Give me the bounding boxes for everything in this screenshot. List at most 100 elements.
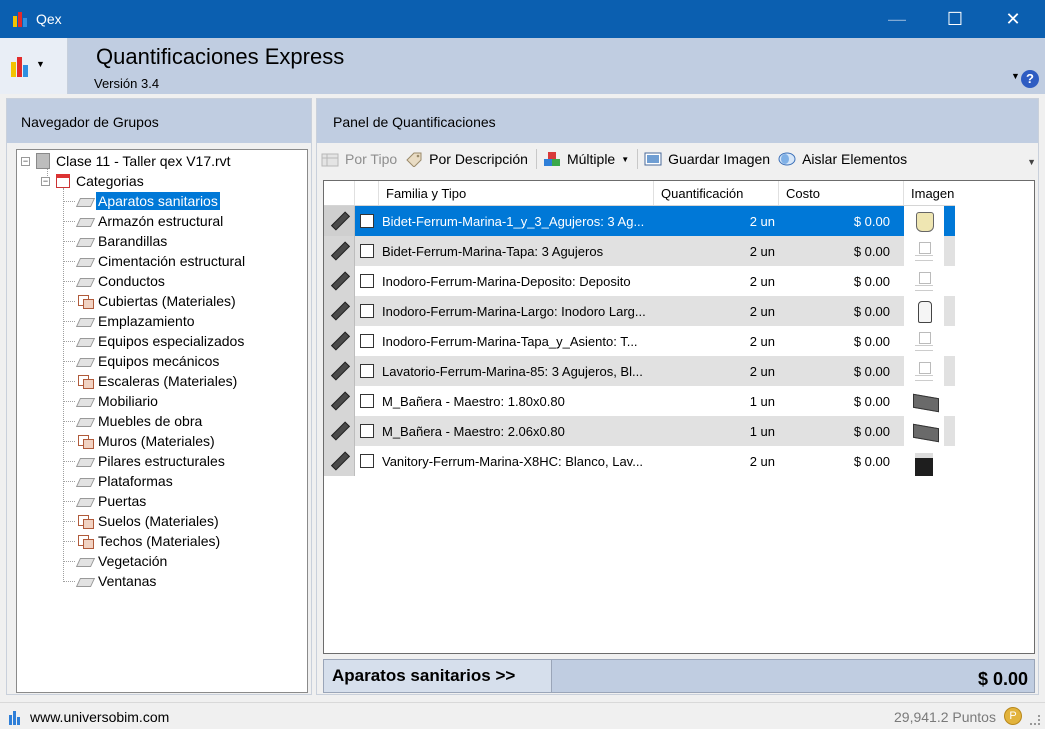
guardar-imagen-button[interactable]: Guardar Imagen: [644, 151, 770, 167]
tree-item-label: Techos (Materiales): [98, 533, 221, 549]
chevron-down-icon[interactable]: ▼: [1011, 71, 1020, 81]
edit-cell[interactable]: [324, 236, 355, 266]
tree-item-category[interactable]: Suelos (Materiales): [63, 512, 221, 530]
quantity-cell: 1 un: [749, 393, 775, 409]
tree-item-label: Equipos especializados: [98, 333, 245, 349]
edit-cell[interactable]: [324, 206, 355, 236]
close-button[interactable]: ✕: [990, 0, 1036, 38]
tree-item-category[interactable]: Barandillas: [63, 232, 169, 250]
select-cell: [355, 244, 379, 258]
tree-item-category[interactable]: Muebles de obra: [63, 412, 204, 430]
tree-connector: [63, 561, 75, 562]
tree-item-category[interactable]: Pilares estructurales: [63, 452, 227, 470]
thumbnail-faded: [912, 359, 936, 383]
table-row[interactable]: M_Bañera - Maestro: 1.80x0.80 1 un $ 0.00: [324, 386, 955, 416]
quantification-panel-title: Panel de Quantificaciones: [317, 99, 1038, 143]
edit-cell[interactable]: [324, 266, 355, 296]
tree-item-label: Armazón estructural: [98, 213, 224, 229]
collapse-icon[interactable]: −: [21, 156, 30, 166]
pencil-icon: [329, 421, 349, 441]
edit-cell[interactable]: [324, 416, 355, 446]
edit-cell[interactable]: [324, 446, 355, 476]
toolbar: Por Tipo Por Descripción Múltiple ▼ Guar…: [317, 143, 1038, 175]
table-row[interactable]: Inodoro-Ferrum-Marina-Largo: Inodoro Lar…: [324, 296, 955, 326]
table-row[interactable]: Lavatorio-Ferrum-Marina-85: 3 Agujeros, …: [324, 356, 955, 386]
row-checkbox[interactable]: [360, 334, 374, 348]
aislar-elementos-button[interactable]: Aislar Elementos: [778, 151, 907, 167]
row-checkbox[interactable]: [360, 364, 374, 378]
select-cell: [355, 424, 379, 438]
por-tipo-button[interactable]: Por Tipo: [321, 151, 397, 167]
pencil-icon: [329, 391, 349, 411]
category-icon: [77, 315, 93, 327]
tree-item-category[interactable]: Equipos mecánicos: [63, 352, 221, 370]
minimize-button[interactable]: —: [874, 0, 920, 38]
table-row[interactable]: Inodoro-Ferrum-Marina-Tapa_y_Asiento: T.…: [324, 326, 955, 356]
resize-grip-icon[interactable]: [1030, 715, 1040, 725]
tree-item-category[interactable]: Cubiertas (Materiales): [63, 292, 238, 310]
row-checkbox[interactable]: [360, 424, 374, 438]
edit-cell[interactable]: [324, 326, 355, 356]
tree-group-categorias[interactable]: − Categorias: [41, 172, 146, 190]
tree-item-category[interactable]: Escaleras (Materiales): [63, 372, 239, 390]
tree-root[interactable]: − Clase 11 - Taller qex V17.rvt: [21, 152, 233, 170]
table-row[interactable]: M_Bañera - Maestro: 2.06x0.80 1 un $ 0.00: [324, 416, 955, 446]
tree-item-category[interactable]: Cimentación estructural: [63, 252, 247, 270]
familia-cell: Inodoro-Ferrum-Marina-Tapa_y_Asiento: T.…: [382, 333, 638, 349]
tree-item-category[interactable]: Ventanas: [63, 572, 158, 590]
quantity-cell: 2 un: [749, 243, 775, 259]
edit-cell[interactable]: [324, 296, 355, 326]
collapse-icon[interactable]: −: [41, 176, 50, 186]
column-header-familia[interactable]: Familia y Tipo: [379, 181, 654, 205]
tree-item-category[interactable]: Conductos: [63, 272, 167, 290]
column-header-costo[interactable]: Costo: [779, 181, 904, 205]
website-link[interactable]: www.universobim.com: [30, 709, 169, 725]
table-row[interactable]: Bidet-Ferrum-Marina-1_y_3_Agujeros: 3 Ag…: [324, 206, 955, 236]
multiple-dropdown[interactable]: Múltiple ▼: [543, 151, 629, 167]
edit-cell[interactable]: [324, 356, 355, 386]
image-cell: [904, 416, 944, 446]
tree-item-category[interactable]: Mobiliario: [63, 392, 160, 410]
edit-cell[interactable]: [324, 386, 355, 416]
tree-item-category[interactable]: Emplazamiento: [63, 312, 197, 330]
image-cell: [904, 266, 944, 296]
row-checkbox[interactable]: [360, 304, 374, 318]
tree-item-category[interactable]: Muros (Materiales): [63, 432, 217, 450]
thumbnail-tub: [912, 389, 936, 413]
familia-cell: Inodoro-Ferrum-Marina-Deposito: Deposito: [382, 273, 631, 289]
table-row[interactable]: Inodoro-Ferrum-Marina-Deposito: Deposito…: [324, 266, 955, 296]
material-icon: [77, 294, 94, 309]
quantity-cell: 2 un: [749, 333, 775, 349]
column-header-cuantificacion[interactable]: Quantificación: [654, 181, 779, 205]
tree-item-category[interactable]: Vegetación: [63, 552, 169, 570]
app-menu-button[interactable]: ▼: [0, 38, 68, 94]
tree-item-category[interactable]: Equipos especializados: [63, 332, 246, 350]
tree-connector: [63, 221, 75, 222]
select-cell: [355, 274, 379, 288]
category-icon: [77, 415, 93, 427]
summary-bar: Aparatos sanitarios >> $ 0.00: [323, 659, 1035, 693]
tree-item-category[interactable]: Armazón estructural: [63, 212, 225, 230]
maximize-button[interactable]: ☐: [932, 0, 978, 38]
table-row[interactable]: Bidet-Ferrum-Marina-Tapa: 3 Agujeros 2 un…: [324, 236, 955, 266]
row-checkbox[interactable]: [360, 454, 374, 468]
row-checkbox[interactable]: [360, 244, 374, 258]
thumbnail-toilet: [912, 299, 936, 323]
toolbar-overflow-icon[interactable]: ▼: [1027, 157, 1036, 167]
material-icon: [77, 374, 94, 389]
help-icon[interactable]: ?: [1021, 70, 1039, 88]
row-checkbox[interactable]: [360, 274, 374, 288]
row-checkbox[interactable]: [360, 214, 374, 228]
column-header-imagen[interactable]: Imagen: [904, 181, 955, 205]
por-descripcion-button[interactable]: Por Descripción: [405, 151, 528, 167]
row-checkbox[interactable]: [360, 394, 374, 408]
tree-item-category[interactable]: Aparatos sanitarios: [63, 192, 220, 210]
tree-item-label: Plataformas: [98, 473, 173, 489]
quantification-grid[interactable]: Familia y Tipo Quantificación Costo Imag…: [323, 180, 1035, 654]
material-icon: [77, 534, 94, 549]
group-tree[interactable]: − Clase 11 - Taller qex V17.rvt − Catego…: [16, 149, 308, 693]
tree-item-category[interactable]: Plataformas: [63, 472, 175, 490]
table-row[interactable]: Vanitory-Ferrum-Marina-X8HC: Blanco, Lav…: [324, 446, 955, 476]
tree-item-category[interactable]: Puertas: [63, 492, 148, 510]
tree-item-category[interactable]: Techos (Materiales): [63, 532, 222, 550]
